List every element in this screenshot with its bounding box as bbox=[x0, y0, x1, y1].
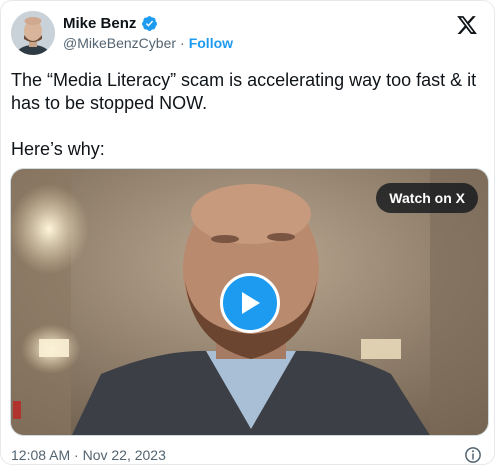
tweet-text: The “Media Literacy” scam is acceleratin… bbox=[11, 69, 489, 161]
tweet-card: Mike Benz @MikeBenzCyber · Follow The “M… bbox=[0, 0, 495, 465]
x-logo-icon[interactable] bbox=[456, 14, 478, 36]
author-name[interactable]: Mike Benz bbox=[63, 15, 136, 32]
info-icon[interactable] bbox=[464, 446, 482, 464]
author-name-row: Mike Benz bbox=[63, 13, 158, 33]
verified-badge-icon bbox=[141, 15, 158, 32]
tweet-paragraph: Here’s why: bbox=[11, 139, 105, 159]
author-handle-row: @MikeBenzCyber · Follow bbox=[63, 35, 233, 51]
tweet-timestamp[interactable]: 12:08 AM · Nov 22, 2023 bbox=[11, 447, 166, 463]
author-handle[interactable]: @MikeBenzCyber bbox=[63, 35, 176, 51]
avatar-image bbox=[11, 11, 55, 55]
follow-button[interactable]: Follow bbox=[189, 35, 233, 51]
tweet-paragraph: The “Media Literacy” scam is acceleratin… bbox=[11, 70, 477, 113]
play-icon bbox=[242, 292, 260, 314]
watch-on-x-button[interactable]: Watch on X bbox=[376, 183, 478, 213]
avatar[interactable] bbox=[11, 11, 55, 55]
play-button[interactable] bbox=[220, 273, 280, 333]
video-thumbnail[interactable]: Watch on X bbox=[10, 168, 489, 436]
separator-dot: · bbox=[180, 35, 185, 51]
